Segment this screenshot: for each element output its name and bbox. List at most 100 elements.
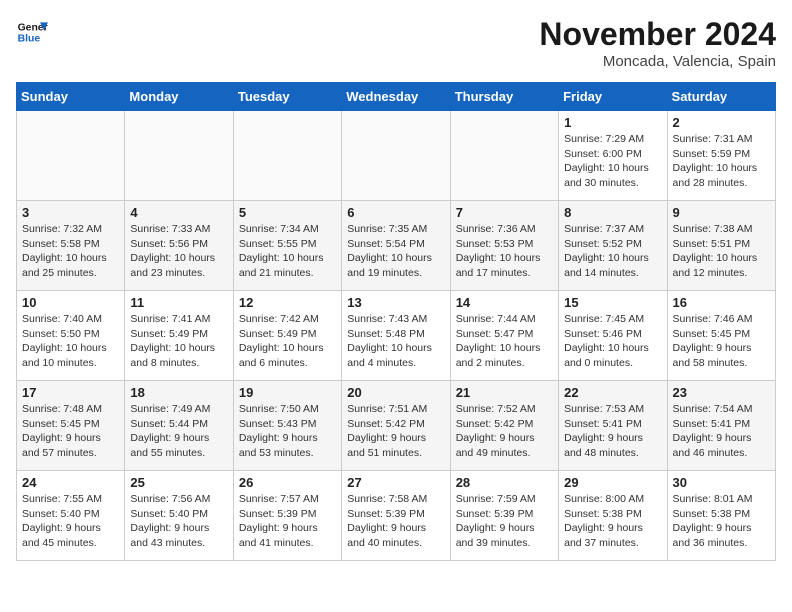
day-info: Sunrise: 7:43 AM Sunset: 5:48 PM Dayligh… bbox=[347, 312, 444, 371]
calendar-cell: 17Sunrise: 7:48 AM Sunset: 5:45 PM Dayli… bbox=[17, 381, 125, 471]
day-number: 11 bbox=[130, 295, 227, 310]
day-info: Sunrise: 7:51 AM Sunset: 5:42 PM Dayligh… bbox=[347, 402, 444, 461]
calendar-cell: 10 Sunrise: 7:40 AM Sunset: 5:50 PM Dayli… bbox=[17, 291, 125, 381]
day-info: Sunrise: 8:00 AM Sunset: 5:38 PM Dayligh… bbox=[564, 492, 661, 551]
calendar-cell: 11Sunrise: 7:41 AM Sunset: 5:49 PM Dayli… bbox=[125, 291, 233, 381]
calendar-cell: 16Sunrise: 7:46 AM Sunset: 5:45 PM Dayli… bbox=[667, 291, 775, 381]
calendar-week-row: 17Sunrise: 7:48 AM Sunset: 5:45 PM Dayli… bbox=[17, 381, 776, 471]
day-info: Sunrise: 7:32 AM Sunset: 5:58 PM Dayligh… bbox=[22, 222, 119, 281]
calendar-cell: 4 Sunrise: 7:33 AM Sunset: 5:56 PM Daylig… bbox=[125, 201, 233, 291]
day-number: 4 bbox=[130, 205, 227, 220]
day-info: Sunrise: 7:59 AM Sunset: 5:39 PM Dayligh… bbox=[456, 492, 553, 551]
calendar-cell: 28 Sunrise: 7:59 AM Sunset: 5:39 PM Dayli… bbox=[450, 471, 558, 561]
calendar-cell: 8Sunrise: 7:37 AM Sunset: 5:52 PM Daylig… bbox=[559, 201, 667, 291]
day-info: Sunrise: 7:50 AM Sunset: 5:43 PM Dayligh… bbox=[239, 402, 336, 461]
day-header-sunday: Sunday bbox=[17, 83, 125, 111]
day-info: Sunrise: 7:33 AM Sunset: 5:56 PM Dayligh… bbox=[130, 222, 227, 281]
day-number: 6 bbox=[347, 205, 444, 220]
calendar-cell: 19Sunrise: 7:50 AM Sunset: 5:43 PM Dayli… bbox=[233, 381, 341, 471]
day-number: 15 bbox=[564, 295, 661, 310]
calendar-cell: 9Sunrise: 7:38 AM Sunset: 5:51 PM Daylig… bbox=[667, 201, 775, 291]
calendar-cell: 12 Sunrise: 7:42 AM Sunset: 5:49 PM Dayli… bbox=[233, 291, 341, 381]
day-info: Sunrise: 7:38 AM Sunset: 5:51 PM Dayligh… bbox=[673, 222, 770, 281]
day-header-tuesday: Tuesday bbox=[233, 83, 341, 111]
day-info: Sunrise: 7:53 AM Sunset: 5:41 PM Dayligh… bbox=[564, 402, 661, 461]
day-number: 3 bbox=[22, 205, 119, 220]
day-info: Sunrise: 7:45 AM Sunset: 5:46 PM Dayligh… bbox=[564, 312, 661, 371]
calendar-cell bbox=[342, 111, 450, 201]
svg-text:Blue: Blue bbox=[18, 34, 41, 45]
day-info: Sunrise: 7:36 AM Sunset: 5:53 PM Dayligh… bbox=[456, 222, 553, 281]
calendar-cell: 30 Sunrise: 8:01 AM Sunset: 5:38 PM Dayli… bbox=[667, 471, 775, 561]
calendar-cell: 29 Sunrise: 8:00 AM Sunset: 5:38 PM Dayli… bbox=[559, 471, 667, 561]
calendar-header-row: SundayMondayTuesdayWednesdayThursdayFrid… bbox=[17, 83, 776, 111]
calendar-cell: 6 Sunrise: 7:35 AM Sunset: 5:54 PM Daylig… bbox=[342, 201, 450, 291]
header: General Blue November 2024 Moncada, Vale… bbox=[16, 16, 776, 70]
day-number: 27 bbox=[347, 475, 444, 490]
calendar-cell: 26 Sunrise: 7:57 AM Sunset: 5:39 PM Dayli… bbox=[233, 471, 341, 561]
calendar-week-row: 3 Sunrise: 7:32 AM Sunset: 5:58 PM Daylig… bbox=[17, 201, 776, 291]
day-number: 29 bbox=[564, 475, 661, 490]
day-number: 30 bbox=[673, 475, 770, 490]
day-number: 12 bbox=[239, 295, 336, 310]
day-info: Sunrise: 7:31 AM Sunset: 5:59 PM Dayligh… bbox=[673, 132, 770, 191]
calendar-cell: 20 Sunrise: 7:51 AM Sunset: 5:42 PM Dayli… bbox=[342, 381, 450, 471]
day-number: 13 bbox=[347, 295, 444, 310]
day-number: 25 bbox=[130, 475, 227, 490]
calendar-cell: 24 Sunrise: 7:55 AM Sunset: 5:40 PM Dayli… bbox=[17, 471, 125, 561]
day-number: 20 bbox=[347, 385, 444, 400]
day-info: Sunrise: 7:52 AM Sunset: 5:42 PM Dayligh… bbox=[456, 402, 553, 461]
day-info: Sunrise: 7:56 AM Sunset: 5:40 PM Dayligh… bbox=[130, 492, 227, 551]
calendar-cell: 22 Sunrise: 7:53 AM Sunset: 5:41 PM Dayli… bbox=[559, 381, 667, 471]
day-info: Sunrise: 7:54 AM Sunset: 5:41 PM Dayligh… bbox=[673, 402, 770, 461]
calendar-cell: 13 Sunrise: 7:43 AM Sunset: 5:48 PM Dayli… bbox=[342, 291, 450, 381]
day-info: Sunrise: 7:40 AM Sunset: 5:50 PM Dayligh… bbox=[22, 312, 119, 371]
day-number: 7 bbox=[456, 205, 553, 220]
day-number: 22 bbox=[564, 385, 661, 400]
calendar-cell: 2 Sunrise: 7:31 AM Sunset: 5:59 PM Daylig… bbox=[667, 111, 775, 201]
calendar-table: SundayMondayTuesdayWednesdayThursdayFrid… bbox=[16, 82, 776, 561]
day-header-saturday: Saturday bbox=[667, 83, 775, 111]
title-area: November 2024 Moncada, Valencia, Spain bbox=[539, 16, 776, 70]
calendar-cell bbox=[125, 111, 233, 201]
calendar-cell: 18Sunrise: 7:49 AM Sunset: 5:44 PM Dayli… bbox=[125, 381, 233, 471]
day-number: 14 bbox=[456, 295, 553, 310]
day-number: 5 bbox=[239, 205, 336, 220]
calendar-cell: 27 Sunrise: 7:58 AM Sunset: 5:39 PM Dayli… bbox=[342, 471, 450, 561]
day-header-friday: Friday bbox=[559, 83, 667, 111]
day-number: 2 bbox=[673, 115, 770, 130]
calendar-cell: 25 Sunrise: 7:56 AM Sunset: 5:40 PM Dayli… bbox=[125, 471, 233, 561]
day-header-monday: Monday bbox=[125, 83, 233, 111]
day-info: Sunrise: 7:29 AM Sunset: 6:00 PM Dayligh… bbox=[564, 132, 661, 191]
day-number: 10 bbox=[22, 295, 119, 310]
day-info: Sunrise: 7:55 AM Sunset: 5:40 PM Dayligh… bbox=[22, 492, 119, 551]
calendar-cell: 15 Sunrise: 7:45 AM Sunset: 5:46 PM Dayli… bbox=[559, 291, 667, 381]
day-header-wednesday: Wednesday bbox=[342, 83, 450, 111]
calendar-cell: 14Sunrise: 7:44 AM Sunset: 5:47 PM Dayli… bbox=[450, 291, 558, 381]
calendar-cell: 5Sunrise: 7:34 AM Sunset: 5:55 PM Daylig… bbox=[233, 201, 341, 291]
calendar-week-row: 24 Sunrise: 7:55 AM Sunset: 5:40 PM Dayli… bbox=[17, 471, 776, 561]
day-info: Sunrise: 7:48 AM Sunset: 5:45 PM Dayligh… bbox=[22, 402, 119, 461]
calendar-cell bbox=[450, 111, 558, 201]
calendar-cell: 7 Sunrise: 7:36 AM Sunset: 5:53 PM Daylig… bbox=[450, 201, 558, 291]
day-info: Sunrise: 7:35 AM Sunset: 5:54 PM Dayligh… bbox=[347, 222, 444, 281]
calendar-body: 1Sunrise: 7:29 AM Sunset: 6:00 PM Daylig… bbox=[17, 111, 776, 561]
day-number: 23 bbox=[673, 385, 770, 400]
day-info: Sunrise: 7:57 AM Sunset: 5:39 PM Dayligh… bbox=[239, 492, 336, 551]
calendar-week-row: 1Sunrise: 7:29 AM Sunset: 6:00 PM Daylig… bbox=[17, 111, 776, 201]
day-info: Sunrise: 8:01 AM Sunset: 5:38 PM Dayligh… bbox=[673, 492, 770, 551]
logo: General Blue bbox=[16, 16, 48, 48]
calendar-cell: 3 Sunrise: 7:32 AM Sunset: 5:58 PM Daylig… bbox=[17, 201, 125, 291]
calendar-cell: 1Sunrise: 7:29 AM Sunset: 6:00 PM Daylig… bbox=[559, 111, 667, 201]
calendar-cell: 21 Sunrise: 7:52 AM Sunset: 5:42 PM Dayli… bbox=[450, 381, 558, 471]
day-header-thursday: Thursday bbox=[450, 83, 558, 111]
day-info: Sunrise: 7:42 AM Sunset: 5:49 PM Dayligh… bbox=[239, 312, 336, 371]
day-number: 28 bbox=[456, 475, 553, 490]
month-title: November 2024 bbox=[539, 16, 776, 53]
day-info: Sunrise: 7:58 AM Sunset: 5:39 PM Dayligh… bbox=[347, 492, 444, 551]
day-number: 21 bbox=[456, 385, 553, 400]
day-number: 16 bbox=[673, 295, 770, 310]
day-number: 24 bbox=[22, 475, 119, 490]
day-info: Sunrise: 7:49 AM Sunset: 5:44 PM Dayligh… bbox=[130, 402, 227, 461]
day-number: 26 bbox=[239, 475, 336, 490]
